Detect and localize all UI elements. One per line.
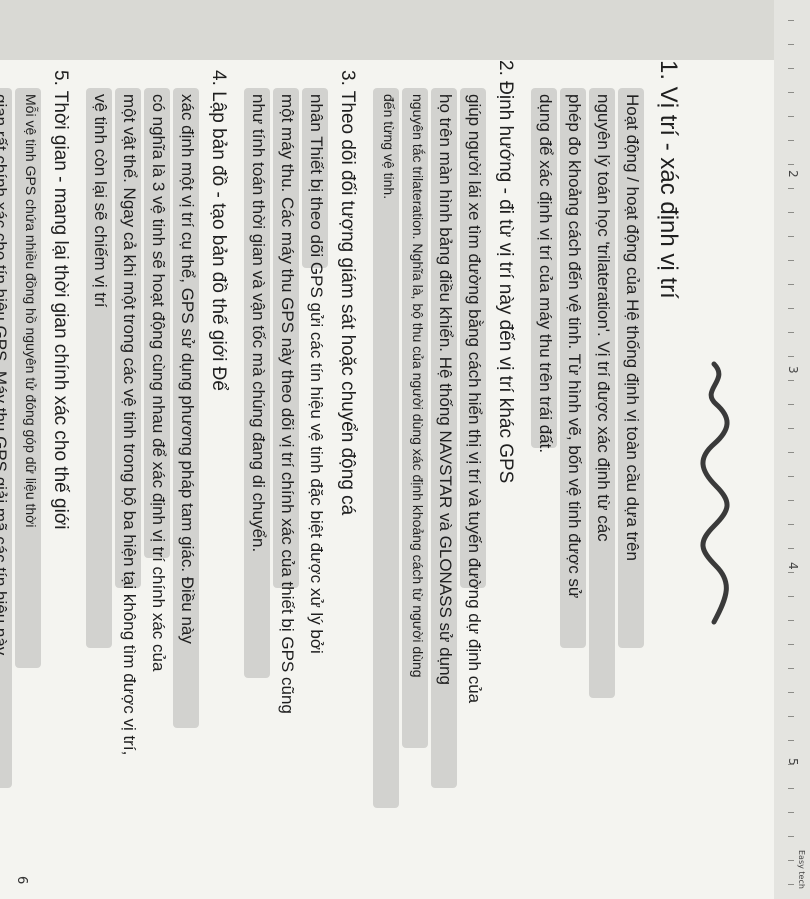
ruler-tick (788, 404, 794, 405)
section-heading: 3. Theo dõi đối tượng giám sát hoặc chuy… (337, 70, 358, 516)
ruler-tick (788, 644, 794, 645)
ruler-tick (788, 212, 794, 213)
body-line: xác định một vị trí cụ thể, GPS sử dụng … (178, 94, 197, 644)
ruler-tick (788, 380, 794, 381)
ruler-tick (788, 620, 794, 621)
section-heading: 5. Thời gian - mang lại thời gian chính … (50, 70, 71, 530)
ruler-tick (788, 548, 794, 549)
ruler-tick (788, 116, 794, 117)
body-line: nguyên lý toán học 'trilateration'. Vị t… (594, 94, 613, 542)
section-heading: 2. Định hướng - đi từ vị trí này đến vị … (495, 60, 516, 484)
ruler-mark: 3 (786, 366, 800, 374)
ruler-tick (788, 140, 794, 141)
ruler-tick (788, 428, 794, 429)
ruler-tick (788, 740, 794, 741)
ruler-tick (788, 884, 794, 885)
ruler-mark: 4 (786, 562, 800, 570)
ruler-tick (788, 44, 794, 45)
ruler-tick (788, 500, 794, 501)
ruler-tick (788, 596, 794, 597)
body-line: Hoạt động / hoạt động của Hệ thống định … (623, 94, 642, 561)
ruler-tick (788, 860, 794, 861)
body-line: nguyên tắc trilateration. Nghĩa là, bộ t… (410, 94, 426, 678)
ruler-tick (788, 812, 794, 813)
body-line: phép đo khoảng cách đến vệ tinh. Từ hình… (565, 94, 584, 599)
document-page: 2 3 4 5 Easy tech 1. Vị trí - xác định v… (0, 0, 810, 899)
ruler-tick (788, 476, 794, 477)
ruler-tick (788, 836, 794, 837)
ruler-tick (788, 260, 794, 261)
body-line: vệ tinh còn lại sẽ chiếm vị trí (91, 94, 110, 308)
page-number: 6 (14, 876, 29, 885)
ruler-mark: 2 (786, 170, 800, 178)
document-body: 1. Vị trí - xác định vị trí Hoạt động / h… (0, 60, 774, 899)
ruler-tick (788, 668, 794, 669)
body-line: gian rất chính xác cho tín hiệu GPS. Máy… (0, 94, 10, 659)
ruler-tick (788, 572, 794, 573)
body-line: giúp người lái xe tìm đường bằng cách hi… (465, 94, 484, 704)
body-line: nhân Thiết bị theo dõi GPS gửi các tín h… (307, 94, 326, 654)
ruler-tick (788, 164, 794, 165)
ruler-tick (788, 284, 794, 285)
ruler-tick (788, 452, 794, 453)
ruler-tick (788, 332, 794, 333)
ruler-corner-label: Easy tech (797, 850, 806, 889)
section-heading: 4. Lập bản đồ - tạo bản đồ thế giới Để (208, 70, 229, 391)
left-margin (0, 0, 774, 60)
section-heading: 1. Vị trí - xác định vị trí (655, 60, 682, 299)
ruler-tick (788, 92, 794, 93)
ruler-tick (788, 524, 794, 525)
ruler-tick (788, 692, 794, 693)
body-line: có nghĩa là 3 vệ tinh sẽ hoạt động cùng … (149, 94, 168, 672)
body-line: một máy thu. Các máy thu GPS này theo dõ… (278, 94, 297, 714)
handwriting-scribble (700, 361, 730, 625)
ruler-tick (788, 716, 794, 717)
body-line: đến từng vệ tinh. (381, 94, 397, 200)
body-line: họ trên màn hình bảng điều khiển. Hệ thố… (436, 94, 455, 685)
ruler-tick (788, 68, 794, 69)
body-line: Mỗi vệ tinh GPS chứa nhiều đồng hồ nguyê… (23, 94, 39, 528)
body-line: như tính toán thời gian và vận tốc mà ch… (249, 94, 268, 553)
ruler-tick (788, 236, 794, 237)
body-line: dụng để xác định vị trí của máy thu trên… (536, 94, 555, 454)
ruler-tick (788, 20, 794, 21)
ruler-tick (788, 188, 794, 189)
ruler-tick (788, 356, 794, 357)
body-line: một vật thể. Ngay cả khi một trong các v… (120, 94, 139, 756)
ruler-tick (788, 308, 794, 309)
ruler-tick (788, 764, 794, 765)
horizontal-ruler: 2 3 4 5 Easy tech (773, 0, 810, 899)
ruler-tick (788, 788, 794, 789)
